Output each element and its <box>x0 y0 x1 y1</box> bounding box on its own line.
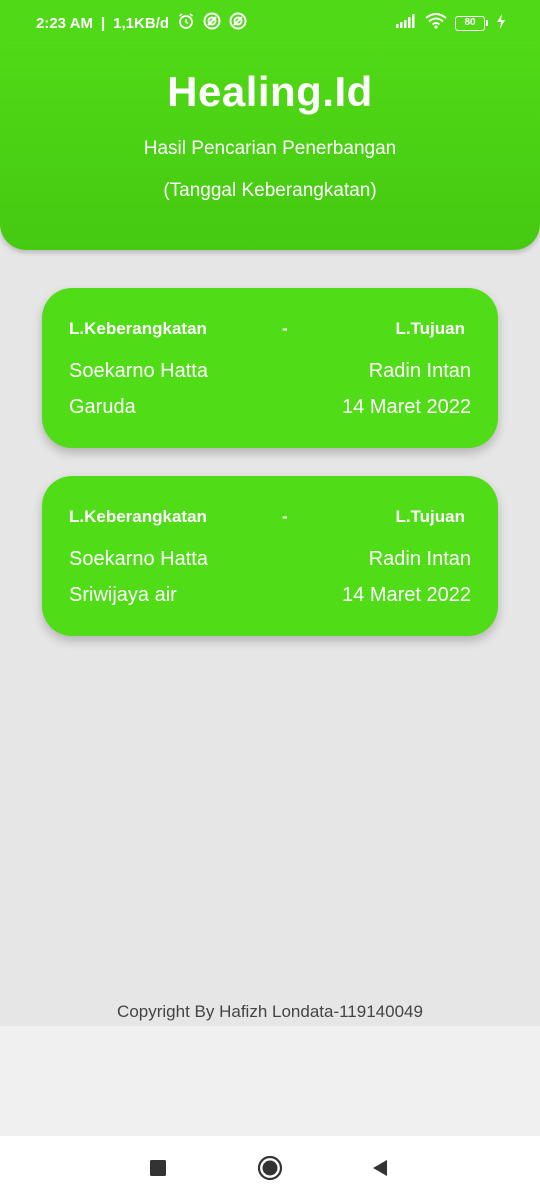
destination-label: L.Tujuan <box>395 507 465 526</box>
page-subtitle-date: (Tanggal Keberangkatan) <box>163 180 377 201</box>
departure-label: L.Keberangkatan <box>69 319 207 338</box>
flight-result-card[interactable]: L.Keberangkatan - L.Tujuan Soekarno Hatt… <box>42 288 498 448</box>
departure-airport: Soekarno Hatta <box>69 360 208 382</box>
page-subtitle: Hasil Pencarian Penerbangan <box>143 138 397 159</box>
app-notification-icon <box>229 12 247 34</box>
home-circle-icon[interactable] <box>256 1154 284 1182</box>
flight-result-card[interactable]: L.Keberangkatan - L.Tujuan Soekarno Hatt… <box>42 476 498 636</box>
airline-name: Garuda <box>69 396 136 418</box>
airline-name: Sriwijaya air <box>69 584 177 606</box>
app-title: Healing.Id <box>167 68 373 115</box>
header: Healing.Id Hasil Pencarian Penerbangan (… <box>0 46 540 250</box>
destination-label: L.Tujuan <box>395 319 465 338</box>
flight-date: 14 Maret 2022 <box>342 584 471 606</box>
flight-date: 14 Maret 2022 <box>342 396 471 418</box>
battery-icon: 80 <box>455 15 488 31</box>
destination-airport: Radin Intan <box>368 360 471 382</box>
app-notification-icon <box>203 12 221 34</box>
route-separator: - <box>282 319 288 338</box>
status-separator: | <box>100 14 106 32</box>
recents-square-icon[interactable] <box>144 1154 172 1182</box>
wifi-icon <box>425 13 447 33</box>
network-speed: 1,1KB/d <box>113 14 170 32</box>
route-separator: - <box>282 507 288 526</box>
departure-label: L.Keberangkatan <box>69 507 207 526</box>
charging-icon <box>496 13 506 33</box>
battery-level: 80 <box>455 15 485 31</box>
alarm-icon <box>177 12 195 34</box>
copyright-text: Copyright By Hafizh Londata-119140049 <box>117 1002 423 1021</box>
system-nav-bar <box>0 1136 540 1200</box>
signal-icon <box>395 14 417 32</box>
destination-airport: Radin Intan <box>368 548 471 570</box>
status-time: 2:23 AM <box>36 14 93 32</box>
status-left: 2:23 AM | 1,1KB/d <box>36 12 247 34</box>
status-bar: 2:23 AM | 1,1KB/d 80 <box>0 0 540 46</box>
status-right: 80 <box>395 13 506 33</box>
departure-airport: Soekarno Hatta <box>69 548 208 570</box>
bottom-area <box>0 1026 540 1136</box>
back-triangle-icon[interactable] <box>366 1154 394 1182</box>
